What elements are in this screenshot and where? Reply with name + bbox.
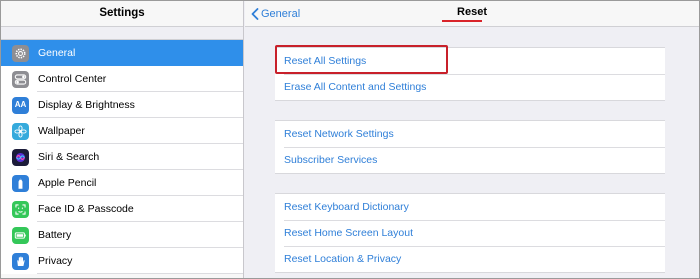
sidebar-item-face-id-passcode[interactable]: Face ID & Passcode: [1, 196, 243, 222]
siri-icon: [12, 148, 29, 166]
sidebar-title: Settings: [1, 1, 243, 27]
sidebar-item-label: Privacy: [38, 255, 73, 267]
sidebar-item-label: General: [38, 47, 76, 59]
reset-location-privacy-button[interactable]: Reset Location & Privacy: [275, 246, 665, 272]
sidebar-item-label: Wallpaper: [38, 125, 85, 137]
sidebar-item-label: Control Center: [38, 73, 107, 85]
sidebar-item-label: Siri & Search: [38, 151, 100, 163]
gear-icon: [12, 44, 29, 62]
toggles-icon: [12, 70, 29, 88]
reset-home-screen-layout-button[interactable]: Reset Home Screen Layout: [275, 220, 665, 246]
sidebar-list: General Control Center AA Display & Brig…: [1, 40, 243, 274]
hand-icon: [12, 252, 29, 270]
sidebar-item-label: Apple Pencil: [38, 177, 97, 189]
battery-icon: [12, 226, 29, 244]
reset-group-2: Reset Network Settings Subscriber Servic…: [275, 120, 665, 174]
sidebar-item-battery[interactable]: Battery: [1, 222, 243, 248]
pencil-icon: [12, 174, 29, 192]
sidebar-item-siri-search[interactable]: Siri & Search: [1, 144, 243, 170]
sidebar-item-label: Battery: [38, 229, 72, 241]
sidebar-item-display-brightness[interactable]: AA Display & Brightness: [1, 92, 243, 118]
reset-keyboard-dictionary-button[interactable]: Reset Keyboard Dictionary: [275, 194, 665, 220]
reset-group-3: Reset Keyboard Dictionary Reset Home Scr…: [275, 193, 665, 273]
title-underline: [442, 20, 482, 22]
sidebar-item-apple-pencil[interactable]: Apple Pencil: [1, 170, 243, 196]
reset-network-settings-button[interactable]: Reset Network Settings: [275, 121, 665, 147]
reset-pane: General Reset Reset All Settings Erase A…: [245, 1, 699, 278]
settings-window: Settings General Control Center AA Displ…: [0, 0, 700, 279]
text-size-icon: AA: [12, 96, 29, 114]
subscriber-services-button[interactable]: Subscriber Services: [275, 147, 665, 173]
page-title: Reset: [457, 6, 487, 18]
face-id-icon: [12, 200, 29, 218]
sidebar-item-privacy[interactable]: Privacy: [1, 248, 243, 274]
reset-group-1: Reset All Settings Erase All Content and…: [275, 47, 665, 101]
sidebar: Settings General Control Center AA Displ…: [1, 1, 244, 278]
sidebar-item-label: Face ID & Passcode: [38, 203, 134, 215]
reset-all-settings-button[interactable]: Reset All Settings: [275, 48, 665, 74]
navigation-bar: General Reset: [245, 1, 699, 27]
erase-all-content-button[interactable]: Erase All Content and Settings: [275, 74, 665, 100]
sidebar-item-control-center[interactable]: Control Center: [1, 66, 243, 92]
sidebar-item-general[interactable]: General: [1, 40, 243, 66]
flower-icon: [12, 122, 29, 140]
sidebar-item-label: Display & Brightness: [38, 99, 135, 111]
sidebar-item-wallpaper[interactable]: Wallpaper: [1, 118, 243, 144]
sidebar-spacer: [1, 27, 243, 40]
